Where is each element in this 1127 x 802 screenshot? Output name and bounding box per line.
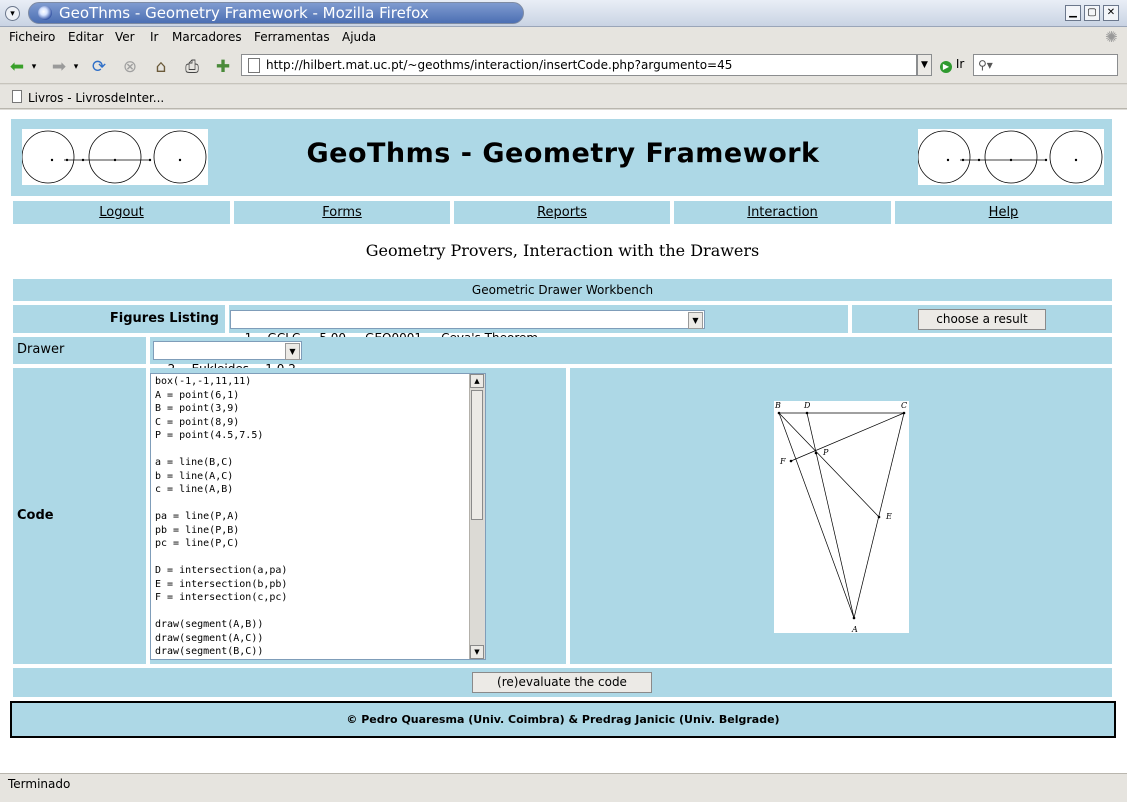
- scroll-down-icon[interactable]: ▼: [470, 645, 484, 659]
- nav-help[interactable]: Help: [895, 201, 1112, 224]
- back-icon[interactable]: ⬅: [6, 56, 28, 78]
- menu-ferramentas[interactable]: Ferramentas: [254, 30, 330, 44]
- point-a: [852, 616, 856, 620]
- go-label: Ir: [955, 57, 965, 71]
- minimize-button[interactable]: ▁: [1065, 5, 1081, 21]
- bookmark-label: Livros - LivrosdeInter...: [28, 91, 165, 105]
- forward-icon[interactable]: ➡: [48, 56, 70, 78]
- point-b: [777, 411, 781, 415]
- figures-select[interactable]: 1 GCLC 5.00 GEO0001 Ceva's Theorem ▼: [230, 310, 705, 345]
- search-icon: ⚲▾: [978, 58, 993, 72]
- figure-drawing: A B C D E F P: [774, 401, 909, 633]
- nav-help-link[interactable]: Help: [989, 205, 1019, 220]
- url-history-dropdown[interactable]: ▼: [917, 54, 932, 76]
- url-field[interactable]: http://hilbert.mat.uc.pt/~geothms/intera…: [241, 54, 917, 76]
- page-footer: © Pedro Quaresma (Univ. Coimbra) & Predr…: [10, 701, 1116, 738]
- stop-icon[interactable]: ⊗: [119, 56, 141, 78]
- header-logo-left: [22, 129, 208, 185]
- choose-result-button[interactable]: choose a result: [918, 309, 1046, 330]
- reload-icon[interactable]: ⟳: [88, 56, 110, 78]
- header-logo-right: [918, 129, 1104, 185]
- menu-marcadores[interactable]: Marcadores: [172, 30, 242, 44]
- label-c: C: [901, 401, 907, 410]
- home-icon[interactable]: ⌂: [150, 56, 172, 78]
- menu-bar: Ficheiro Editar Ver Ir Marcadores Ferram…: [0, 27, 1127, 49]
- point-c: [902, 411, 906, 415]
- window-menu-icon[interactable]: ▾: [5, 6, 20, 21]
- menu-ver[interactable]: Ver: [115, 30, 135, 44]
- go-icon: ▶: [940, 61, 952, 73]
- print-icon[interactable]: ⎙: [181, 56, 203, 78]
- scroll-up-icon[interactable]: ▲: [470, 374, 484, 388]
- bookmark-item[interactable]: Livros - LivrosdeInter...: [12, 90, 164, 105]
- point-f: [789, 459, 793, 463]
- search-field[interactable]: ⚲▾: [973, 54, 1118, 76]
- nav-interaction[interactable]: Interaction: [674, 201, 891, 224]
- go-button[interactable]: ▶ Ir: [940, 57, 964, 73]
- menu-ir[interactable]: Ir: [150, 30, 158, 44]
- label-e: E: [885, 512, 892, 521]
- figures-dropdown-icon: ▼: [688, 312, 703, 329]
- nav-reports[interactable]: Reports: [454, 201, 670, 224]
- page-subtitle: Geometry Provers, Interaction with the D…: [365, 241, 760, 260]
- back-dropdown-icon[interactable]: ▾: [29, 56, 39, 78]
- menu-editar[interactable]: Editar: [68, 30, 104, 44]
- bookmarks-toolbar: Livros - LivrosdeInter...: [0, 85, 1127, 109]
- point-d: [805, 411, 809, 415]
- nav-forms-link[interactable]: Forms: [322, 205, 362, 220]
- drawer-dropdown-icon: ▼: [285, 343, 300, 360]
- workbench-title: Geometric Drawer Workbench: [13, 279, 1112, 301]
- throbber-icon: ✺: [1105, 28, 1118, 46]
- label-a: A: [851, 625, 858, 633]
- drawer-label: Drawer: [17, 342, 65, 357]
- figures-label: Figures Listing: [109, 311, 219, 326]
- menu-ajuda[interactable]: Ajuda: [342, 30, 376, 44]
- nav-interaction-link[interactable]: Interaction: [747, 205, 818, 220]
- code-textarea[interactable]: box(-1,-1,11,11) A = point(6,1) B = poin…: [150, 373, 486, 660]
- navigation-toolbar: ⬅ ▾ ➡ ▾ ⟳ ⊗ ⌂ ⎙ ✚ http://hilbert.mat.uc.…: [0, 49, 1127, 84]
- label-p: P: [822, 448, 829, 457]
- code-content: box(-1,-1,11,11) A = point(6,1) B = poin…: [155, 376, 288, 657]
- status-bar: Terminado: [0, 773, 1127, 802]
- scroll-thumb[interactable]: [471, 390, 483, 520]
- page-icon: [248, 58, 260, 73]
- point-p: [814, 451, 818, 455]
- new-bookmark-icon[interactable]: ✚: [212, 56, 234, 78]
- window-title: GeoThms - Geometry Framework - Mozilla F…: [59, 4, 429, 22]
- nav-logout[interactable]: Logout: [13, 201, 230, 224]
- bookmark-page-icon: [12, 90, 22, 103]
- label-f: F: [779, 457, 786, 466]
- header-title: GeoThms - Geometry Framework: [306, 138, 820, 169]
- nav-forms[interactable]: Forms: [234, 201, 450, 224]
- close-button[interactable]: ✕: [1103, 5, 1119, 21]
- label-d: D: [803, 401, 811, 410]
- code-scrollbar[interactable]: ▲ ▼: [469, 374, 485, 659]
- url-text: http://hilbert.mat.uc.pt/~geothms/intera…: [266, 58, 733, 72]
- maximize-button[interactable]: ▢: [1084, 5, 1100, 21]
- nav-logout-link[interactable]: Logout: [99, 205, 144, 220]
- forward-dropdown-icon[interactable]: ▾: [71, 56, 81, 78]
- window-title-pill: GeoThms - Geometry Framework - Mozilla F…: [28, 2, 524, 24]
- code-label: Code: [17, 508, 54, 523]
- menu-ficheiro[interactable]: Ficheiro: [9, 30, 55, 44]
- firefox-icon: [38, 6, 52, 20]
- nav-reports-link[interactable]: Reports: [537, 205, 587, 220]
- evaluate-button[interactable]: (re)evaluate the code: [472, 672, 652, 693]
- status-text: Terminado: [8, 777, 71, 791]
- drawer-select[interactable]: 2 -- Eukleides -- 1.0.2 ▼: [153, 341, 302, 376]
- point-e: [877, 515, 881, 519]
- label-b: B: [774, 401, 781, 410]
